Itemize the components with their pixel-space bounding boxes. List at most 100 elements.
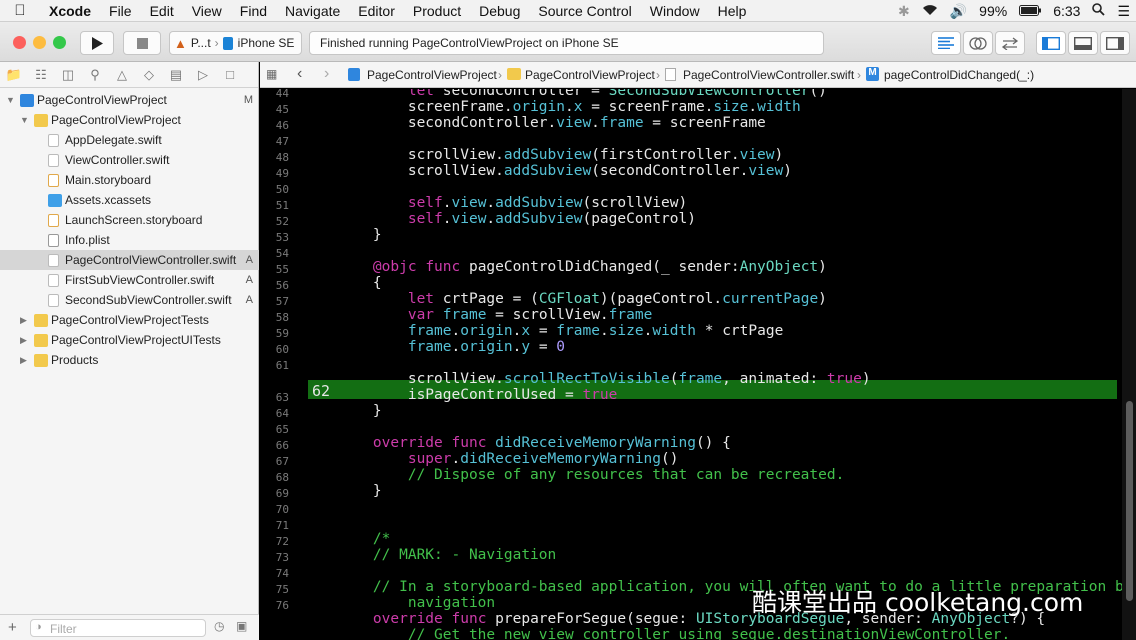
volume-icon[interactable]: 🔊 bbox=[944, 3, 973, 20]
code-line[interactable]: navigation bbox=[338, 595, 495, 611]
menu-editor[interactable]: Editor bbox=[349, 3, 404, 19]
close-window-button[interactable] bbox=[13, 36, 26, 49]
code-line[interactable]: let crtPage = (CGFloat)(pageControl.curr… bbox=[338, 291, 827, 307]
folder-icon[interactable]: 📁 bbox=[1, 67, 27, 83]
code-line[interactable]: self.view.addSubview(pageControl) bbox=[338, 211, 696, 227]
code-line[interactable]: } bbox=[338, 483, 382, 499]
code-line[interactable]: frame.origin.x = frame.size.width * crtP… bbox=[338, 323, 783, 339]
tree-row-file-selected[interactable]: PageControlViewController.swift A bbox=[0, 250, 259, 270]
scm-filter-icon[interactable]: ▣ bbox=[236, 619, 247, 633]
find-navigator-icon[interactable]: ⚲ bbox=[82, 67, 108, 83]
tree-row-file[interactable]: AppDelegate.swift bbox=[0, 130, 259, 150]
tree-row-file[interactable]: FirstSubViewController.swift A bbox=[0, 270, 259, 290]
assistant-editor-button[interactable] bbox=[963, 31, 993, 55]
menu-view[interactable]: View bbox=[183, 3, 231, 19]
bluetooth-icon[interactable]: ✱ bbox=[892, 3, 916, 20]
tree-row-group[interactable]: ▶ PageControlViewProjectTests bbox=[0, 310, 259, 330]
apple-menu-icon[interactable]:  bbox=[0, 2, 40, 19]
code-line[interactable]: super.didReceiveMemoryWarning() bbox=[338, 451, 679, 467]
breadcrumb-group[interactable]: PageControlViewProject bbox=[525, 68, 655, 82]
code-line[interactable]: self.view.addSubview(scrollView) bbox=[338, 195, 687, 211]
report-navigator-icon[interactable]: □ bbox=[217, 67, 243, 82]
code-line[interactable]: { bbox=[338, 275, 382, 291]
menu-window[interactable]: Window bbox=[641, 3, 709, 19]
related-items-icon[interactable]: ▦ bbox=[266, 67, 277, 81]
code-line[interactable]: scrollView.scrollRectToVisible(frame, an… bbox=[338, 371, 871, 387]
menu-edit[interactable]: Edit bbox=[141, 3, 183, 19]
source-editor[interactable]: 44 45 46 47 48 49 50 51 52 53 54 55 56 57 58 59 60 61 63 64… bbox=[260, 89, 1136, 640]
code-line[interactable]: secondController.view.frame = screenFram… bbox=[338, 115, 766, 131]
breadcrumb-symbol[interactable]: pageControlDidChanged(_:) bbox=[884, 68, 1034, 82]
disclosure-open-icon[interactable]: ▼ bbox=[20, 115, 30, 125]
toggle-navigator-button[interactable] bbox=[1036, 31, 1066, 55]
breadcrumb-project[interactable]: PageControlViewProject bbox=[367, 68, 497, 82]
code-line[interactable]: // Dispose of any resources that can be … bbox=[338, 467, 845, 483]
tree-row-file[interactable]: Main.storyboard bbox=[0, 170, 259, 190]
tree-row-group[interactable]: ▼ PageControlViewProject bbox=[0, 110, 259, 130]
code-line[interactable]: var frame = scrollView.frame bbox=[338, 307, 652, 323]
code-line[interactable]: frame.origin.y = 0 bbox=[338, 339, 565, 355]
battery-icon[interactable] bbox=[1013, 3, 1047, 19]
stop-button[interactable] bbox=[123, 31, 161, 55]
disclosure-closed-icon[interactable]: ▶ bbox=[20, 355, 30, 366]
code-line[interactable]: } bbox=[338, 403, 382, 419]
menu-find[interactable]: Find bbox=[231, 3, 276, 19]
menu-debug[interactable]: Debug bbox=[470, 3, 529, 19]
code-line[interactable]: // Get the new view controller using seg… bbox=[338, 627, 1010, 640]
menu-help[interactable]: Help bbox=[709, 3, 756, 19]
back-icon[interactable]: ‹ bbox=[297, 65, 302, 83]
tree-row-file[interactable]: LaunchScreen.storyboard bbox=[0, 210, 259, 230]
test-navigator-icon[interactable]: ◇ bbox=[136, 67, 162, 83]
issue-navigator-icon[interactable]: △ bbox=[109, 67, 135, 83]
minimize-window-button[interactable] bbox=[33, 36, 46, 49]
add-icon[interactable]: + bbox=[8, 619, 17, 636]
tree-row-group[interactable]: ▶ Products bbox=[0, 350, 259, 370]
menu-navigate[interactable]: Navigate bbox=[276, 3, 349, 19]
code-line[interactable]: let secondController = SecondSubViewCont… bbox=[338, 89, 827, 99]
menu-source-control[interactable]: Source Control bbox=[529, 3, 640, 19]
tree-row-file[interactable]: Info.plist bbox=[0, 230, 259, 250]
tree-row-project[interactable]: ▼ PageControlViewProject M bbox=[0, 90, 259, 110]
clock[interactable]: 6:33 bbox=[1047, 3, 1086, 19]
disclosure-closed-icon[interactable]: ▶ bbox=[20, 315, 30, 326]
code-line[interactable]: isPageControlUsed = true bbox=[338, 387, 618, 403]
vertical-scrollbar[interactable] bbox=[1122, 89, 1136, 640]
code-line[interactable]: screenFrame.origin.x = screenFrame.size.… bbox=[338, 99, 801, 115]
code-line[interactable]: } bbox=[338, 227, 382, 243]
line-number-gutter[interactable]: 44 45 46 47 48 49 50 51 52 53 54 55 56 57 58 59 60 61 63 64… bbox=[260, 89, 292, 640]
scrollbar-thumb[interactable] bbox=[1126, 401, 1133, 601]
breakpoint-navigator-icon[interactable]: ▷ bbox=[190, 67, 216, 83]
toggle-utilities-button[interactable] bbox=[1100, 31, 1130, 55]
scheme-selector[interactable]: ▲ P...t › iPhone SE bbox=[169, 31, 302, 55]
tree-row-group[interactable]: ▶ PageControlViewProjectUITests bbox=[0, 330, 259, 350]
menu-product[interactable]: Product bbox=[404, 3, 470, 19]
code-line[interactable]: scrollView.addSubview(secondController.v… bbox=[338, 163, 792, 179]
code-line[interactable]: scrollView.addSubview(firstController.vi… bbox=[338, 147, 783, 163]
run-button[interactable] bbox=[80, 31, 114, 55]
standard-editor-button[interactable] bbox=[931, 31, 961, 55]
spotlight-icon[interactable] bbox=[1086, 3, 1111, 19]
code-line[interactable]: override func didReceiveMemoryWarning() … bbox=[338, 435, 731, 451]
code-line[interactable]: @objc func pageControlDidChanged(_ sende… bbox=[338, 259, 827, 275]
menu-file[interactable]: File bbox=[100, 3, 141, 19]
code-line[interactable]: // MARK: - Navigation bbox=[338, 547, 556, 563]
forward-icon[interactable]: › bbox=[324, 65, 329, 83]
tree-row-file[interactable]: Assets.xcassets bbox=[0, 190, 259, 210]
wifi-icon[interactable] bbox=[916, 3, 944, 19]
symbol-navigator-icon[interactable]: ◫ bbox=[55, 67, 81, 83]
recent-files-icon[interactable]: ◷ bbox=[214, 619, 224, 633]
disclosure-open-icon[interactable]: ▼ bbox=[6, 95, 16, 105]
debug-navigator-icon[interactable]: ▤ bbox=[163, 67, 189, 83]
toggle-debug-area-button[interactable] bbox=[1068, 31, 1098, 55]
zoom-window-button[interactable] bbox=[53, 36, 66, 49]
breadcrumb-file[interactable]: PageControlViewController.swift bbox=[683, 68, 854, 82]
tree-row-file[interactable]: ViewController.swift bbox=[0, 150, 259, 170]
disclosure-closed-icon[interactable]: ▶ bbox=[20, 335, 30, 346]
app-menu[interactable]: Xcode bbox=[40, 3, 100, 19]
notification-center-icon[interactable]: ☰ bbox=[1111, 3, 1136, 20]
tree-row-file[interactable]: SecondSubViewController.swift A bbox=[0, 290, 259, 310]
filter-field[interactable]: ◑ Filter bbox=[30, 619, 206, 637]
version-editor-button[interactable] bbox=[995, 31, 1025, 55]
source-control-icon[interactable]: ☷ bbox=[28, 67, 54, 83]
code-line[interactable]: /* bbox=[338, 531, 390, 547]
